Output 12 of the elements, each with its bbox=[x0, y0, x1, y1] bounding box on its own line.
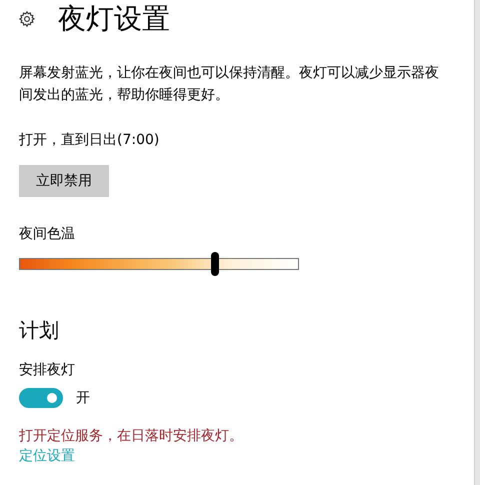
warning-text: 打开定位服务，在日落时安排夜灯。 bbox=[19, 427, 244, 446]
status-text: 打开，直到日出(7:00) bbox=[19, 131, 160, 150]
toggle-state-text: 开 bbox=[76, 389, 90, 408]
disable-now-button[interactable]: 立即禁用 bbox=[19, 165, 109, 197]
slider-thumb[interactable] bbox=[211, 252, 219, 276]
schedule-label: 安排夜灯 bbox=[19, 361, 76, 380]
page-title: 夜灯设置 bbox=[58, 2, 170, 36]
settings-icon bbox=[18, 10, 36, 28]
color-temperature-label: 夜间色温 bbox=[19, 225, 76, 244]
description-text: 屏幕发射蓝光，让你在夜间也可以保持清醒。夜灯可以减少显示器夜间发出的蓝光，帮助你睡得更好。 bbox=[19, 64, 440, 105]
schedule-toggle[interactable] bbox=[19, 388, 63, 408]
schedule-heading: 计划 bbox=[19, 317, 60, 343]
